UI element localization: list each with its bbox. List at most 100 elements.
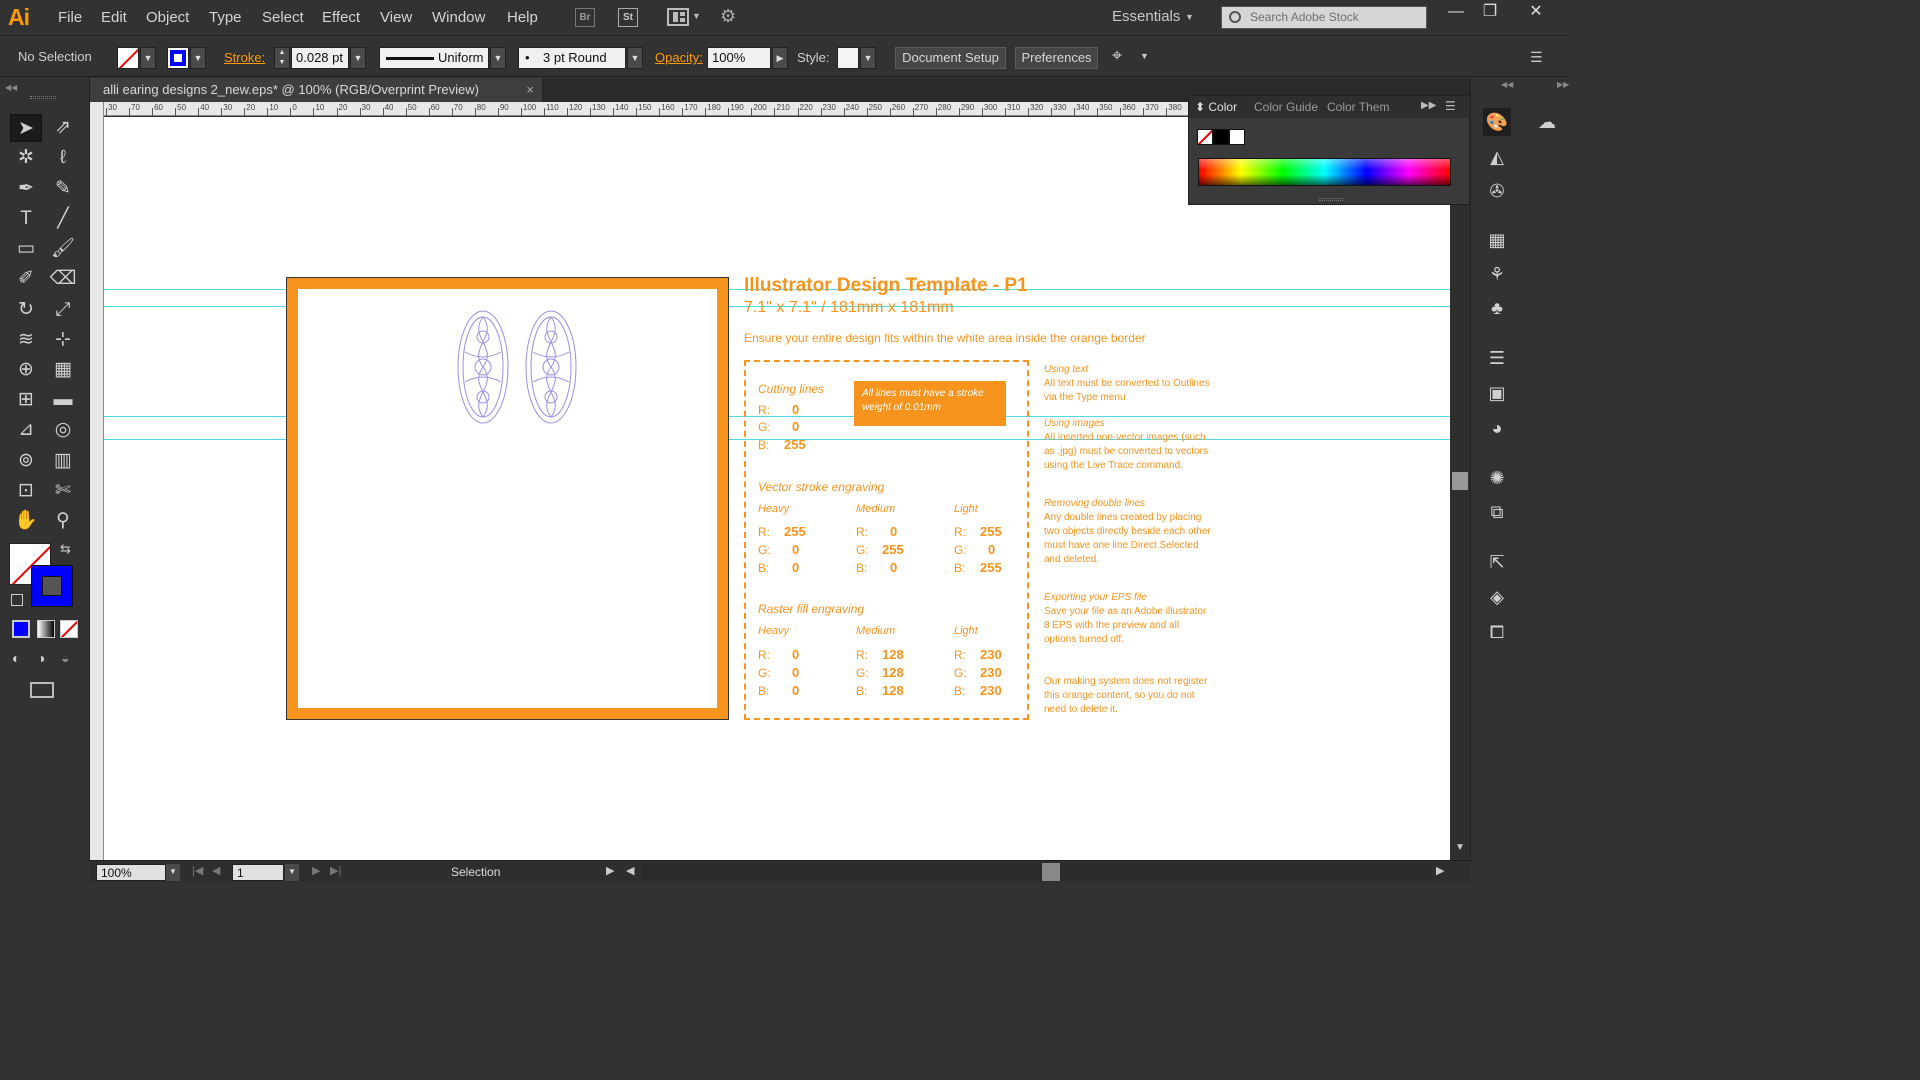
horizontal-scroll-thumb[interactable] <box>1042 863 1060 881</box>
artboard-dropdown-icon[interactable]: ▼ <box>285 864 299 881</box>
line-tool-icon[interactable]: ╱ <box>47 205 79 233</box>
note-orange-content[interactable]: Our making system does not register this… <box>1044 675 1214 717</box>
preferences-button[interactable]: Preferences <box>1015 47 1098 69</box>
close-window-button[interactable]: ✕ <box>1516 2 1556 24</box>
free-transform-tool-icon[interactable]: ⊹ <box>47 326 79 354</box>
artboards-panel-icon[interactable]: ⧠ <box>1483 618 1511 646</box>
eraser-tool-icon[interactable]: ⌫ <box>47 265 79 293</box>
stroke-weight-callout[interactable]: All lines must have a stroke weight of 0… <box>854 381 1006 426</box>
stroke-panel-icon[interactable]: ☰ <box>1483 344 1511 372</box>
perspective-grid-tool-icon[interactable]: ▦ <box>47 356 79 384</box>
stock-button[interactable]: St <box>618 8 638 27</box>
tab-color[interactable]: ⬍ Color <box>1195 100 1237 114</box>
template-title[interactable]: Illustrator Design Template - P1 <box>744 275 1028 297</box>
panel-resize-grip[interactable] <box>1319 198 1343 201</box>
gpu-performance-icon[interactable]: ⚙ <box>720 6 736 27</box>
opacity-slider-icon[interactable]: ▶ <box>772 47 788 69</box>
expand-panel-icon[interactable]: ▶▶ <box>1421 100 1436 111</box>
transparency-panel-icon[interactable]: ◕ <box>1483 414 1511 442</box>
dock-expand-icon[interactable]: ▶▶ <box>1557 80 1569 89</box>
export-assets-icon[interactable]: ⇱ <box>1483 548 1511 576</box>
color-mode-icon[interactable] <box>12 620 30 638</box>
note-exporting-eps[interactable]: Exporting your EPS file Save your file a… <box>1044 591 1214 647</box>
arrange-documents-icon[interactable] <box>667 8 689 26</box>
scroll-down-icon[interactable]: ▼ <box>1455 842 1465 853</box>
zoom-dropdown-icon[interactable]: ▼ <box>166 864 180 881</box>
shape-builder-tool-icon[interactable]: ⊕ <box>10 356 42 384</box>
stroke-stepper-icon[interactable]: ▲ ▼ <box>274 47 290 69</box>
pen-tool-icon[interactable]: ✒ <box>10 175 42 203</box>
none-swatch[interactable] <box>1197 129 1213 145</box>
slice-tool-icon[interactable]: ✄ <box>47 477 79 505</box>
selection-tool-icon[interactable]: ➤ <box>10 114 42 142</box>
menu-effect[interactable]: Effect <box>322 9 360 26</box>
scroll-right-icon[interactable]: ▶ <box>1436 864 1444 877</box>
graphic-style-swatch[interactable] <box>837 47 859 69</box>
workspace-chevron-icon[interactable]: ▼ <box>1185 12 1194 22</box>
stroke-label[interactable]: Stroke: <box>224 50 265 65</box>
eyedropper-tool-icon[interactable]: ⊿ <box>10 416 42 444</box>
symbol-sprayer-tool-icon[interactable]: ⊚ <box>10 447 42 475</box>
next-artboard-icon[interactable]: ▶ <box>312 864 320 877</box>
align-icon[interactable]: ⌖ <box>1112 45 1122 66</box>
fill-dropdown-icon[interactable]: ▼ <box>140 47 156 69</box>
rotate-tool-icon[interactable]: ↻ <box>10 296 42 324</box>
magic-wand-tool-icon[interactable]: ✲ <box>10 144 42 172</box>
align-dropdown-icon[interactable]: ▼ <box>1140 51 1149 61</box>
draw-normal-icon[interactable]: ◐ <box>12 650 20 666</box>
width-tool-icon[interactable]: ≋ <box>10 326 42 354</box>
color-guide-icon[interactable]: ◭ <box>1483 143 1511 171</box>
zoom-tool-icon[interactable]: ⚲ <box>47 507 79 535</box>
brush-dropdown-icon[interactable]: ▼ <box>627 47 643 69</box>
variable-width-profile[interactable]: Uniform <box>379 47 489 69</box>
document-tab[interactable]: alli earing designs 2_new.eps* @ 100% (R… <box>90 78 543 102</box>
artboard-orange-border[interactable] <box>286 277 729 720</box>
close-tab-icon[interactable]: × <box>526 78 534 102</box>
draw-behind-icon[interactable]: ◑ <box>37 650 45 666</box>
layers-panel-icon[interactable]: ◈ <box>1483 583 1511 611</box>
artboard-design-area[interactable] <box>298 289 717 708</box>
color-panel-icon[interactable]: 🎨 <box>1483 108 1511 136</box>
brush-definition[interactable]: • 3 pt Round <box>518 47 626 69</box>
hand-tool-icon[interactable]: ✋ <box>10 507 42 535</box>
menu-object[interactable]: Object <box>146 9 189 26</box>
vertical-scrollbar[interactable]: ▼ <box>1450 102 1470 860</box>
paintbrush-tool-icon[interactable]: 🖌 <box>47 235 79 263</box>
blend-tool-icon[interactable]: ◎ <box>47 416 79 444</box>
canvas[interactable]: Illustrator Design Template - P1 7.1" x … <box>104 117 1450 860</box>
stroke-weight-dropdown-icon[interactable]: ▼ <box>350 47 366 69</box>
note-using-text[interactable]: Using text All text must be converted to… <box>1044 363 1214 405</box>
artboard-number-input[interactable]: 1 <box>232 864 284 881</box>
note-removing-double-lines[interactable]: Removing double lines Any double lines c… <box>1044 497 1214 567</box>
stroke-dropdown-icon[interactable]: ▼ <box>190 47 206 69</box>
none-mode-icon[interactable] <box>60 620 78 638</box>
panel-menu-icon[interactable]: ☰ <box>1445 99 1456 113</box>
zoom-level-input[interactable]: 100% <box>96 864 166 881</box>
dock-collapse-icon[interactable]: ◀◀ <box>1501 80 1513 89</box>
menu-file[interactable]: File <box>58 9 82 26</box>
stroke-blue-indicator[interactable] <box>31 565 73 607</box>
graphic-styles-icon[interactable]: ⧉ <box>1483 498 1511 526</box>
stroke-weight-input[interactable]: 0.028 pt <box>291 47 349 69</box>
menu-view[interactable]: View <box>380 9 412 26</box>
libraries-panel-icon[interactable]: ☁ <box>1533 108 1561 136</box>
tab-color-themes[interactable]: Color Them <box>1327 100 1389 114</box>
last-artboard-icon[interactable]: ▶| <box>330 864 341 877</box>
status-menu-icon[interactable]: ▶ <box>606 864 614 877</box>
gradient-panel-icon[interactable]: ▣ <box>1483 379 1511 407</box>
toolbar-grip[interactable] <box>30 96 56 99</box>
first-artboard-icon[interactable]: |◀ <box>192 864 203 877</box>
draw-inside-icon[interactable]: ◒ <box>61 650 69 666</box>
default-fill-stroke-icon[interactable] <box>11 594 23 606</box>
tab-color-guide[interactable]: Color Guide <box>1254 100 1318 114</box>
menu-type[interactable]: Type <box>209 9 242 26</box>
menu-select[interactable]: Select <box>262 9 304 26</box>
note-using-images[interactable]: Using images All inserted non-vector ima… <box>1044 417 1214 473</box>
gradient-mode-icon[interactable] <box>37 620 55 638</box>
color-themes-icon[interactable]: ✇ <box>1483 177 1511 205</box>
previous-artboard-icon[interactable]: ◀ <box>212 864 220 877</box>
scale-tool-icon[interactable]: ⤢ <box>47 296 79 324</box>
menu-edit[interactable]: Edit <box>101 9 127 26</box>
vertical-ruler[interactable] <box>90 102 104 860</box>
color-spectrum[interactable] <box>1198 158 1451 186</box>
